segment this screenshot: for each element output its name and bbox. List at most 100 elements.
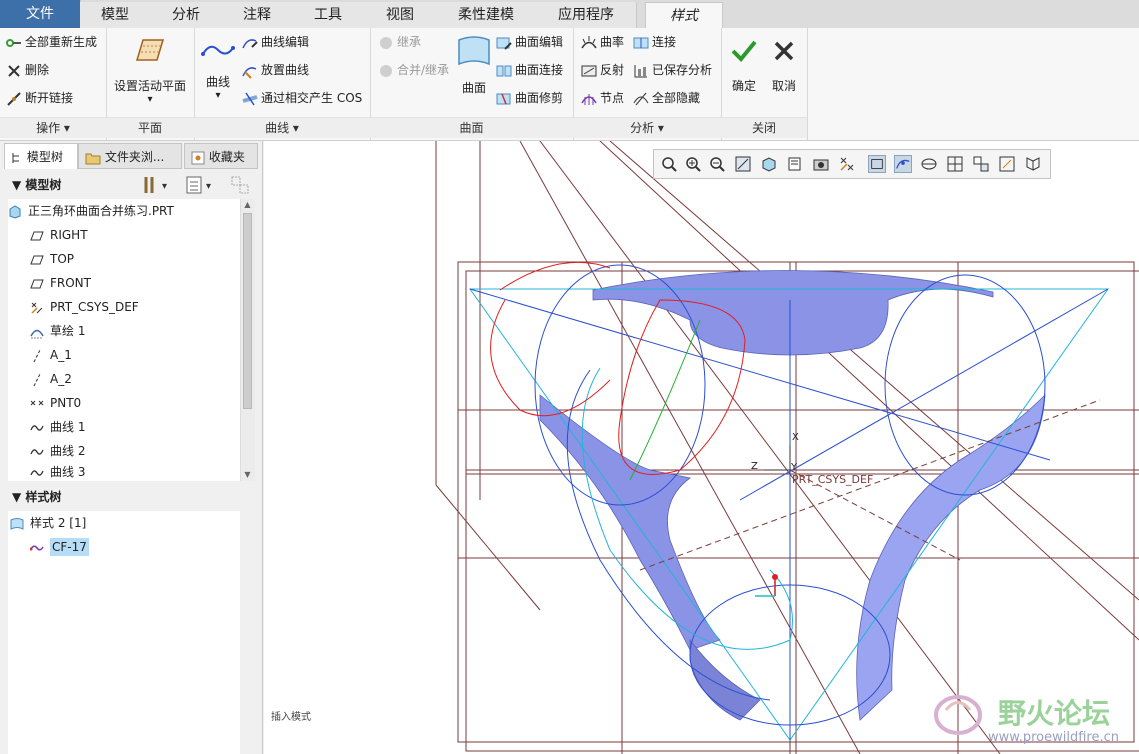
tab-model-tree[interactable]: 模型树 <box>4 143 78 169</box>
tree-item-front[interactable]: FRONT <box>30 271 91 295</box>
merge-inherit-button[interactable]: 合并/继承 <box>378 59 449 81</box>
repaint-icon[interactable] <box>734 155 752 173</box>
ok-button[interactable]: 确定 <box>725 38 763 94</box>
zoom-out-icon[interactable] <box>708 155 726 173</box>
tree-item-sketch[interactable]: 草绘 1 <box>30 319 85 343</box>
surface-edit-icon <box>496 37 512 50</box>
refit-icon[interactable] <box>660 155 678 173</box>
curvature-button[interactable]: 曲率 <box>581 31 624 53</box>
surface-connect-button[interactable]: 曲面连接 <box>496 59 563 81</box>
delete-icon <box>8 64 20 77</box>
tab-style[interactable]: 样式 <box>645 2 723 30</box>
tree-item-cf17[interactable]: CF-17 <box>30 535 89 559</box>
close-icon <box>774 41 794 61</box>
set-active-plane-button[interactable]: 设置活动平面 ▾ <box>108 36 192 105</box>
tree-item-top[interactable]: TOP <box>30 247 74 271</box>
graphics-viewport[interactable]: X Y Z PRT_CSYS_DEF 插入模式 野火论坛 www.proewil… <box>264 141 1139 754</box>
cancel-button[interactable]: 取消 <box>765 38 803 94</box>
surface-trim-icon <box>496 93 511 104</box>
place-curve-button[interactable]: 放置曲线 <box>242 59 309 81</box>
regenerate-all-button[interactable]: 全部重新生成 <box>6 31 97 53</box>
cos-by-intersect-button[interactable]: 通过相交产生 COS <box>242 87 362 109</box>
tab-model[interactable]: 模型 <box>80 2 151 28</box>
tab-applications[interactable]: 应用程序 <box>536 2 637 28</box>
tree-item-curve3[interactable]: 曲线 3 <box>30 463 85 481</box>
tree-item-csys[interactable]: PRT_CSYS_DEF <box>30 295 139 319</box>
spin-center-icon[interactable] <box>838 155 856 173</box>
datum-plane-icon <box>30 279 44 288</box>
curve-icon <box>30 424 44 431</box>
active-plane-icon[interactable] <box>998 155 1016 173</box>
axis-x-label: X <box>792 432 799 443</box>
model-tree-scrollbar[interactable]: ▲ ▼ <box>240 199 255 481</box>
tree-item-a1[interactable]: A_1 <box>30 343 72 367</box>
filter-button[interactable] <box>230 175 252 198</box>
tree-settings-button[interactable]: ▾ <box>142 175 174 198</box>
sketch-icon <box>30 329 44 338</box>
connection-button[interactable]: 连接 <box>633 31 676 53</box>
svg-text:▾: ▾ <box>162 181 167 192</box>
scroll-down-arrow[interactable]: ▼ <box>243 471 252 479</box>
curve-edit-button[interactable]: 曲线编辑 <box>242 31 309 53</box>
hide-all-button[interactable]: 全部隐藏 <box>633 87 700 109</box>
grid-display-icon[interactable] <box>946 155 964 173</box>
curvature-icon <box>581 35 597 48</box>
curve-button[interactable]: 曲线 ▾ <box>196 40 240 101</box>
tree-item-curve2[interactable]: 曲线 2 <box>30 439 85 463</box>
shade-display-icon[interactable] <box>920 155 938 173</box>
axis-icon <box>33 349 41 362</box>
tab-file[interactable]: 文件 <box>0 0 81 28</box>
surface-trim-button[interactable]: 曲面修剪 <box>496 87 563 109</box>
zoom-in-icon[interactable] <box>684 155 702 173</box>
curve-icon <box>30 448 44 455</box>
plane-group-label: 平面 <box>106 117 194 138</box>
scroll-up-arrow[interactable]: ▲ <box>243 201 252 209</box>
scroll-thumb[interactable] <box>243 213 252 409</box>
saved-analysis-button[interactable]: 已保存分析 <box>633 59 712 81</box>
delete-button[interactable]: 删除 <box>6 59 49 81</box>
forum-logo-icon <box>934 695 982 735</box>
tree-item-part[interactable]: 正三角环曲面合并练习.PRT <box>8 199 174 223</box>
tab-flexible-modeling[interactable]: 柔性建模 <box>436 2 537 28</box>
left-panel: 模型树 文件夹浏... 收藏夹 ▼ 模型树 ▾ ▾ 正三角环曲面合并练习.PRT… <box>0 141 263 754</box>
tree-item-curve1[interactable]: 曲线 1 <box>30 415 85 439</box>
group-analysis: 曲率 反射 节点 连接 已保存分析 全部隐藏 分析 ▾ <box>573 28 722 140</box>
tab-annotate[interactable]: 注释 <box>222 2 293 28</box>
datum-planes <box>435 141 1139 754</box>
tree-item-style2[interactable]: 样式 2 [1] <box>10 511 86 535</box>
orient-icon[interactable] <box>1024 155 1042 173</box>
surface-icon <box>458 36 490 66</box>
saved-views-icon[interactable] <box>786 155 804 173</box>
tab-analysis[interactable]: 分析 <box>150 2 223 28</box>
style-tree-header[interactable]: ▼ 样式树 <box>0 486 258 508</box>
tab-favorites[interactable]: 收藏夹 <box>184 143 258 169</box>
display-style-icon[interactable] <box>760 155 778 173</box>
operations-dropdown[interactable]: 操作 ▾ <box>0 117 106 138</box>
reflection-button[interactable]: 反射 <box>581 59 624 81</box>
group-plane: 设置活动平面 ▾ 平面 <box>106 28 195 140</box>
tree-item-a2[interactable]: A_2 <box>30 367 72 391</box>
tree-item-right[interactable]: RIGHT <box>30 223 88 247</box>
tree-item-pnt0[interactable]: PNT0 <box>30 391 81 415</box>
tab-tools[interactable]: 工具 <box>292 2 365 28</box>
tab-view[interactable]: 视图 <box>364 2 437 28</box>
menu-bar: 文件 模型 分析 注释 工具 视图 柔性建模 应用程序 样式 <box>0 0 1139 30</box>
inherit-button[interactable]: 继承 <box>378 31 421 53</box>
analysis-dropdown[interactable]: 分析 ▾ <box>573 117 721 138</box>
curves-dropdown[interactable]: 曲线 ▾ <box>194 117 370 138</box>
model-tree: 正三角环曲面合并练习.PRT RIGHT TOP FRONT PRT_CSYS_… <box>8 199 240 481</box>
tab-folder-browser[interactable]: 文件夹浏... <box>78 143 182 169</box>
break-link-button[interactable]: 断开链接 <box>6 87 73 109</box>
curve-display-icon[interactable] <box>894 155 912 173</box>
inherit-icon <box>380 36 392 49</box>
folder-icon <box>85 153 101 164</box>
multi-view-icon[interactable] <box>972 155 990 173</box>
surface-button[interactable]: 曲面 <box>454 34 494 96</box>
connection-icon <box>633 37 649 48</box>
datum-display-icon[interactable] <box>868 155 886 173</box>
show-options-button[interactable]: ▾ <box>186 175 218 198</box>
view-manager-icon[interactable] <box>812 155 830 173</box>
surface-edit-button[interactable]: 曲面编辑 <box>496 31 563 53</box>
knot-button[interactable]: 节点 <box>581 87 624 109</box>
model-tree-header[interactable]: ▼ 模型树 <box>0 174 258 196</box>
